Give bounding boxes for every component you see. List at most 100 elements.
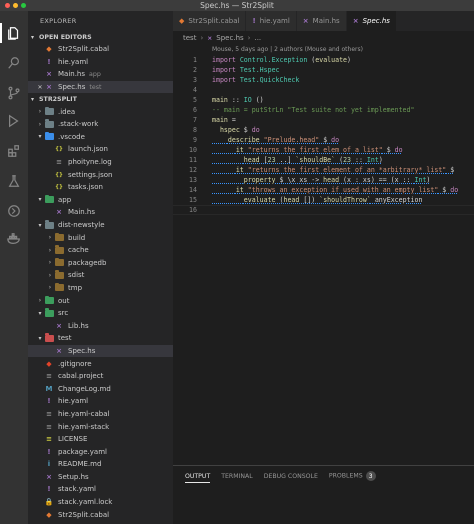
file-item[interactable]: ◆ Str2Split.cabal [28, 508, 173, 521]
chevron-down-icon: ▾ [38, 334, 42, 342]
folder-item[interactable]: ▾ test [28, 332, 173, 345]
code-line[interactable]: 2 import Test.Hspec [173, 65, 474, 75]
file-item[interactable]: ≡ hie.yaml-stack [28, 420, 173, 433]
line-content[interactable]: -- main = putStrLn "Test suite not yet i… [212, 106, 414, 114]
source-control-icon[interactable] [6, 85, 22, 101]
code-line[interactable]: 8 hspec $ do [173, 125, 474, 135]
file-item[interactable]: ≡ phoityne.log [28, 156, 173, 169]
code-line[interactable]: 7 main = [173, 115, 474, 125]
line-content[interactable]: hspec $ do [212, 126, 260, 134]
file-item[interactable]: ⨯ Main.hs [28, 206, 173, 219]
folder-item[interactable]: › packagedb [28, 257, 173, 270]
open-editor-item[interactable]: ✕ ⨯ Spec.hs test [28, 80, 173, 94]
file-item[interactable]: ≡ cabal.project [28, 370, 173, 383]
file-item[interactable]: 🔒 stack.yaml.lock [28, 496, 173, 509]
folder-item[interactable]: › cache [28, 244, 173, 257]
line-content[interactable]: evaluate (head []) `shouldThrow` anyExce… [212, 196, 423, 204]
file-item[interactable]: ! stack.yaml [28, 483, 173, 496]
open-editor-item[interactable]: ! hie.yaml [28, 56, 173, 69]
explorer-icon[interactable] [6, 25, 22, 41]
line-content[interactable]: import Test.QuickCheck [212, 76, 299, 84]
file-item[interactable]: {} settings.json [28, 168, 173, 181]
code-line[interactable]: 6 -- main = putStrLn "Test suite not yet … [173, 105, 474, 115]
editor-tab[interactable]: ⨯ Main.hs [296, 11, 347, 31]
file-item[interactable]: ≡ LICENSE [28, 433, 173, 446]
yaml-icon: ! [47, 57, 51, 66]
tab-output[interactable]: OUTPUT [185, 473, 211, 483]
code-line[interactable]: 11 head [23 ..] `shouldBe` (23 :: Int) [173, 155, 474, 165]
folder-item[interactable]: ▾ src [28, 307, 173, 320]
code-editor[interactable]: 1 import Control.Exception (evaluate) 2 imp… [173, 55, 474, 215]
file-item[interactable]: ≡ hie.yaml-cabal [28, 408, 173, 421]
code-line[interactable]: 15 evaluate (head []) `shouldThrow` anyE… [173, 195, 474, 205]
chevron-right-icon: › [38, 108, 42, 116]
folder-item[interactable]: › sdist [28, 269, 173, 282]
file-item[interactable]: ⨯ Setup.hs [28, 471, 173, 484]
line-content[interactable]: head [23 ..] `shouldBe` (23 :: Int) [212, 156, 383, 164]
open-editor-item[interactable]: ⨯ Main.hs app [28, 68, 173, 81]
file-item[interactable]: ! hie.yaml [28, 395, 173, 408]
file-item[interactable]: {} launch.json [28, 143, 173, 156]
tab-terminal[interactable]: TERMINAL [221, 473, 252, 480]
breadcrumb-file[interactable]: Spec.hs [216, 34, 243, 42]
breadcrumb-folder[interactable]: test [183, 34, 196, 42]
file-item[interactable]: ◆ .gitignore [28, 357, 173, 370]
extensions-icon[interactable] [6, 143, 22, 159]
debug-icon[interactable] [6, 113, 22, 129]
editor-tab[interactable]: ◆ Str2Split.cabal [173, 11, 247, 31]
git-blame-codelens[interactable]: Mouse, 5 days ago | 2 authors (Mouse and… [212, 46, 363, 53]
tab-problems[interactable]: PROBLEMS 3 [329, 471, 376, 481]
file-item[interactable]: ⨯ Lib.hs [28, 319, 173, 332]
cabal-icon: ◆ [46, 45, 52, 54]
file-item[interactable]: i README.md [28, 458, 173, 471]
folder-item[interactable]: › tmp [28, 282, 173, 295]
code-line[interactable]: 4 [173, 85, 474, 95]
folder-item[interactable]: ▾ dist-newstyle [28, 219, 173, 232]
file-item[interactable]: {} tasks.json [28, 181, 173, 194]
maximize-window-button[interactable] [21, 3, 26, 8]
file-item[interactable]: ! package.yaml [28, 445, 173, 458]
project-section[interactable]: ▾ STR2SPLIT [28, 93, 173, 105]
remote-icon[interactable] [6, 203, 22, 219]
tab-debug-console[interactable]: DEBUG CONSOLE [264, 473, 318, 480]
editor-area: ◆ Str2Split.cabal! hie.yaml ⨯ Main.hs ⨯ Spec.h… [173, 11, 474, 524]
code-line[interactable]: 10 it "returns the first elem of a list"… [173, 145, 474, 155]
line-content[interactable]: main = [212, 116, 236, 124]
folder-item[interactable]: › out [28, 294, 173, 307]
line-content[interactable]: it "returns the first elem of a list" $ … [212, 146, 403, 154]
code-line[interactable]: 13 property $ \x xs -> head (x : xs) == … [173, 175, 474, 185]
code-line[interactable]: 5 main :: IO () [173, 95, 474, 105]
folder-name: build [68, 233, 86, 242]
line-content[interactable]: it "throws an exception if used with an … [212, 186, 458, 194]
folder-item[interactable]: › .stack-work [28, 118, 173, 131]
open-editor-item[interactable]: ◆ Str2Split.cabal [28, 43, 173, 56]
code-line[interactable]: 16 [173, 205, 474, 215]
line-content[interactable]: it "returns the first element of an *arb… [212, 166, 454, 174]
code-line[interactable]: 14 it "throws an exception if used with … [173, 185, 474, 195]
file-item[interactable]: ⨯ Spec.hs [28, 344, 173, 358]
test-icon[interactable] [6, 173, 22, 189]
folder-item[interactable]: › .idea [28, 105, 173, 118]
line-content[interactable]: property $ \x xs -> head (x : xs) == (x … [212, 176, 431, 184]
search-icon[interactable] [6, 55, 22, 71]
close-icon[interactable]: ✕ [36, 84, 44, 91]
docker-icon[interactable] [6, 231, 22, 247]
close-window-button[interactable] [5, 3, 10, 8]
line-content[interactable]: import Test.Hspec [212, 66, 280, 74]
editor-tab[interactable]: ⨯ Spec.hs [346, 11, 397, 31]
line-content[interactable]: import Control.Exception (evaluate) [212, 56, 351, 64]
file-item[interactable]: M ChangeLog.md [28, 382, 173, 395]
code-line[interactable]: 12 it "returns the first element of an *… [173, 165, 474, 175]
line-content[interactable]: main :: IO () [212, 96, 264, 104]
code-line[interactable]: 1 import Control.Exception (evaluate) [173, 55, 474, 65]
breadcrumb-symbol[interactable]: ... [254, 34, 261, 42]
code-line[interactable]: 9 describe "Prelude.head" $ do [173, 135, 474, 145]
open-editors-section[interactable]: ▾ OPEN EDITORS [28, 31, 173, 43]
editor-tab[interactable]: ! hie.yaml [246, 11, 297, 31]
folder-item[interactable]: ▾ app [28, 194, 173, 207]
folder-item[interactable]: ▾ .vscode [28, 131, 173, 144]
minimize-window-button[interactable] [13, 3, 18, 8]
line-content[interactable]: describe "Prelude.head" $ do [212, 136, 339, 144]
code-line[interactable]: 3 import Test.QuickCheck [173, 75, 474, 85]
folder-item[interactable]: › build [28, 231, 173, 244]
